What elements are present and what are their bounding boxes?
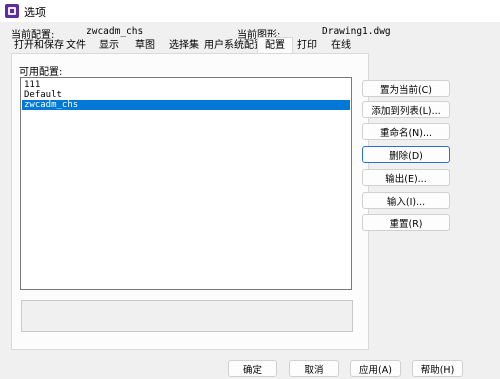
list-item[interactable]: Default — [22, 90, 350, 100]
profiles-listbox[interactable]: 111 Default zwcadm_chs — [20, 77, 352, 290]
window-title: 选项 — [24, 6, 46, 19]
tab-selection[interactable]: 选择集 — [169, 39, 199, 52]
tab-display[interactable]: 显示 — [99, 39, 119, 52]
tab-drafting[interactable]: 草图 — [135, 39, 155, 52]
available-profiles-label: 可用配置: — [19, 67, 63, 78]
app-icon — [5, 4, 19, 18]
tab-plot[interactable]: 打印 — [297, 39, 317, 52]
export-button[interactable]: 输出(E)... — [362, 169, 450, 186]
current-drawing-value: Drawing1.dwg — [322, 26, 391, 37]
profile-description-box — [21, 300, 353, 332]
help-button[interactable]: 帮助(H) — [412, 360, 463, 377]
tab-online[interactable]: 在线 — [331, 39, 351, 52]
list-item-selected[interactable]: zwcadm_chs — [22, 100, 350, 110]
set-current-button[interactable]: 置为当前(C) — [362, 80, 450, 97]
tab-open-save[interactable]: 打开和保存 — [14, 39, 64, 52]
tab-files[interactable]: 文件 — [66, 39, 86, 52]
ok-button[interactable]: 确定 — [228, 360, 277, 377]
add-to-list-button[interactable]: 添加到列表(L)... — [362, 101, 450, 118]
import-button[interactable]: 输入(I)... — [362, 192, 450, 209]
title-bar: 选项 — [0, 0, 500, 22]
current-profile-value: zwcadm_chs — [86, 26, 144, 37]
tab-user-prefs[interactable]: 用户系统配置 — [204, 39, 264, 52]
rename-button[interactable]: 重命名(N)... — [362, 123, 450, 140]
tab-profiles[interactable]: 配置 — [257, 37, 293, 54]
delete-button[interactable]: 删除(D) — [362, 146, 450, 163]
cancel-button[interactable]: 取消 — [289, 360, 339, 377]
reset-button[interactable]: 重置(R) — [362, 214, 450, 231]
apply-button[interactable]: 应用(A) — [350, 360, 401, 377]
list-item[interactable]: 111 — [22, 80, 350, 90]
